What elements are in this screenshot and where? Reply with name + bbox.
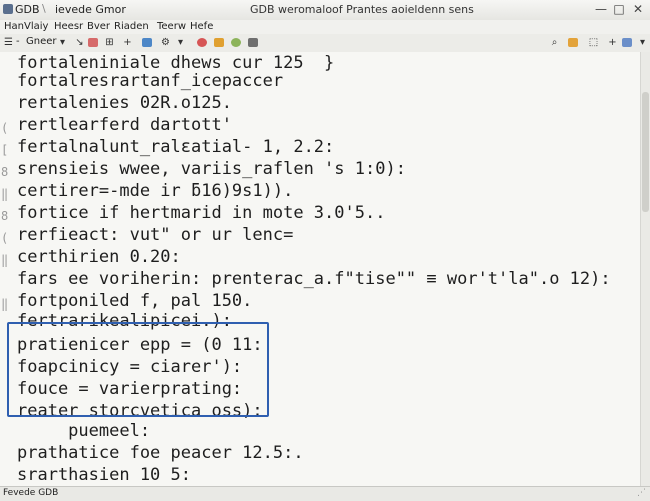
resize-grip-icon[interactable]: ⋰ [637,488,647,498]
status-text: Fevede GDB [3,488,59,498]
gutter-mark[interactable]: ‖ [1,297,8,311]
app-title: GDB [15,3,40,16]
menu-bar: Han Vlaiy Heesr Bver Riaden Teerw Hefe [0,20,650,34]
camera-icon[interactable] [248,38,258,47]
lock-icon[interactable] [622,38,632,47]
stop-icon[interactable] [88,38,98,47]
menu-item[interactable]: Teerw [157,21,186,32]
close-button[interactable]: ✕ [632,2,644,16]
folder-open-icon[interactable] [568,38,578,47]
toolbar-dash: - [16,36,20,47]
maximize-button[interactable]: □ [613,2,625,16]
toolbar: ☰ - Gneer ▾ ↘ ⊞ + ⚙ ▾ ⌕ ⬚ + ▾ [0,34,650,53]
code-line[interactable]: fars ee voriherin: prenterac_a.f"tise"" … [17,268,611,290]
code-line[interactable]: prathatice foe peacer 12.5:. [17,442,304,464]
code-line[interactable]: srarthasien 10 5: [17,464,191,486]
more-dropdown-icon[interactable]: ▾ [636,36,649,49]
dropdown-arrow-icon[interactable]: ▾ [56,36,69,49]
menu-item[interactable]: Bver [87,21,110,32]
step-icon[interactable]: ↘ [73,36,86,49]
code-line[interactable]: srensieis wwee, variis_raflen 's 1:0): [17,158,406,180]
app-icon [3,4,13,14]
minimize-button[interactable]: — [595,2,607,16]
source-editor[interactable]: ( [ 8 ‖ 8 ( ‖ ‖ fortaleniniale dhews cur… [0,52,650,486]
gutter-mark[interactable]: 8 [1,165,8,179]
status-bar: Fevede GDB ⋰ [0,486,650,501]
gutter-mark[interactable]: ‖ [1,187,8,201]
gutter-mark[interactable]: [ [1,143,8,157]
code-line[interactable]: rerfieact: vut" or ur lenc= [17,224,293,246]
menu-lines-icon[interactable]: ☰ [2,36,15,49]
folder-icon[interactable] [214,38,224,47]
add-watch-icon[interactable]: + [606,36,619,49]
code-line[interactable]: fortalresrartanf_icepaccer [17,70,283,92]
vertical-scrollbar[interactable] [640,52,650,486]
run-icon[interactable] [231,38,241,47]
gutter-mark[interactable]: ( [1,121,8,135]
menu-item[interactable]: Han [4,21,24,32]
code-line[interactable]: rertlearferd dartott' [17,114,232,136]
window-icon[interactable]: ⬚ [587,36,600,49]
code-line[interactable]: fertalnalunt_ralεatial- 1, 2.2: [17,136,334,158]
code-line[interactable]: fortponiled f, pal 150. [17,290,252,312]
gutter-mark[interactable]: ‖ [1,253,8,267]
menu-item[interactable]: Hefe [190,21,213,32]
menu-item[interactable]: Vlaiy [24,21,48,32]
record-icon[interactable] [197,38,207,47]
gutter-mark[interactable]: 8 [1,209,8,223]
code-line[interactable]: certirer=-mde ir ƃ16)9s1)). [17,180,293,202]
code-line[interactable]: puemeel: [17,420,150,442]
target-dropdown[interactable]: Gneer [26,36,57,47]
menu-item[interactable]: Riaden [114,21,149,32]
toolbar-dropdown-icon[interactable]: ▾ [174,36,187,49]
search-icon[interactable]: ⌕ [548,36,561,49]
title-bar: GDB \ ievede Gmor GDB weromaloof Prantes… [0,0,650,21]
grid-icon[interactable]: ⊞ [103,36,116,49]
scrollbar-thumb[interactable] [642,92,649,212]
breakpoint-icon[interactable] [142,38,152,47]
settings-icon[interactable]: ⚙ [159,36,172,49]
code-line[interactable]: fortice if hertmarid in mote 3.0'5.. [17,202,385,224]
code-line[interactable]: rertalenies 02R.o125. [17,92,232,114]
menu-item[interactable]: Heesr [54,21,83,32]
code-line[interactable]: certhirien 0.20: [17,246,181,268]
gutter-mark[interactable]: ( [1,231,8,245]
title-separator: \ [42,2,46,15]
document-title: GDB weromaloof Prantes aoieldenn sens [250,3,474,16]
window-tab[interactable]: ievede Gmor [55,3,126,16]
add-icon[interactable]: + [121,36,134,49]
selection-highlight-box [7,322,269,417]
